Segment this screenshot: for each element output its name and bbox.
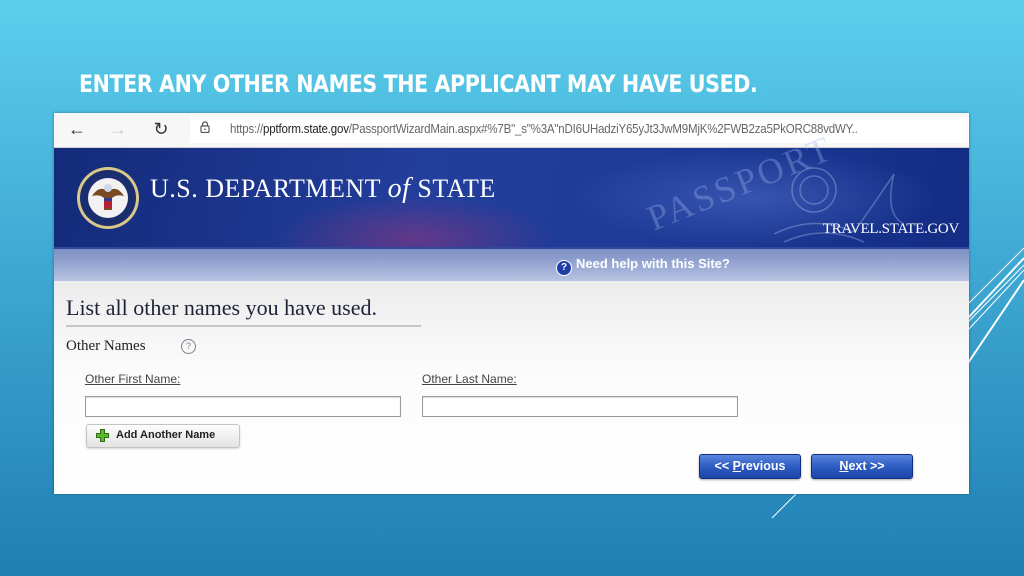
travel-state-gov-link[interactable]: TRAVEL.STATE.GOV bbox=[823, 221, 960, 238]
deco-line bbox=[967, 279, 1024, 364]
previous-prefix: << bbox=[714, 459, 733, 473]
previous-label: revious bbox=[740, 459, 786, 473]
dept-name-of: of bbox=[387, 173, 411, 204]
next-button[interactable]: Next >> bbox=[811, 454, 913, 479]
deco-line bbox=[967, 247, 1024, 305]
next-label: ext >> bbox=[848, 459, 885, 473]
help-bar: ? Need help with this Site? bbox=[54, 247, 969, 281]
browser-toolbar: ← → ↻ https://pptform.state.gov/Passport… bbox=[54, 113, 969, 148]
reload-icon: ↻ bbox=[153, 119, 169, 139]
add-another-name-button[interactable]: Add Another Name bbox=[86, 424, 240, 448]
url-path: /PassportWizardMain.aspx#%7B"_s"%3A"nDI6… bbox=[348, 122, 858, 136]
dept-name-part: U.S. DEPARTMENT bbox=[150, 174, 388, 203]
plus-icon bbox=[96, 429, 109, 442]
browser-screenshot: ← → ↻ https://pptform.state.gov/Passport… bbox=[54, 113, 969, 494]
department-of-state-seal-icon[interactable] bbox=[76, 166, 140, 230]
section-label-other-names: Other Names bbox=[66, 338, 146, 354]
forward-button[interactable]: → bbox=[107, 118, 129, 140]
question-circle-icon: ? bbox=[556, 260, 572, 276]
arrow-right-icon: → bbox=[109, 119, 127, 139]
url-prefix: https:// bbox=[230, 122, 264, 136]
page-heading: List all other names you have used. bbox=[66, 295, 421, 327]
department-name: U.S. DEPARTMENT of STATE bbox=[150, 173, 496, 205]
deco-line bbox=[967, 257, 1024, 319]
deco-line bbox=[771, 493, 797, 519]
previous-button[interactable]: << Previous bbox=[699, 454, 801, 479]
arrow-left-icon: ← bbox=[68, 119, 86, 139]
reload-button[interactable]: ↻ bbox=[150, 118, 172, 140]
back-button[interactable]: ← bbox=[66, 118, 88, 140]
address-bar[interactable]: https://pptform.state.gov/PassportWizard… bbox=[190, 117, 969, 143]
other-last-name-input[interactable] bbox=[422, 396, 738, 417]
deco-line bbox=[967, 264, 1024, 323]
deco-line bbox=[967, 269, 1024, 331]
url-text: https://pptform.state.gov/PassportWizard… bbox=[230, 122, 858, 136]
lock-icon bbox=[200, 121, 210, 133]
slide-title: ENTER ANY OTHER NAMES THE APPLICANT MAY … bbox=[79, 70, 758, 98]
add-another-name-label: Add Another Name bbox=[116, 429, 216, 441]
previous-accesskey: P bbox=[732, 459, 741, 473]
site-banner: U.S. DEPARTMENT of STATE PASSPORT TRAVEL… bbox=[54, 128, 969, 247]
help-link[interactable]: ? Need help with this Site? bbox=[556, 256, 730, 276]
other-last-name-label: Other Last Name: bbox=[422, 372, 517, 386]
help-icon[interactable]: ? bbox=[181, 339, 196, 354]
url-domain: pptform.state.gov bbox=[263, 122, 349, 136]
dept-name-part: STATE bbox=[410, 174, 496, 203]
help-link-label: Need help with this Site? bbox=[576, 256, 730, 271]
other-first-name-label: Other First Name: bbox=[85, 372, 181, 386]
other-first-name-input[interactable] bbox=[85, 396, 401, 417]
form-content: List all other names you have used. Othe… bbox=[54, 281, 969, 494]
